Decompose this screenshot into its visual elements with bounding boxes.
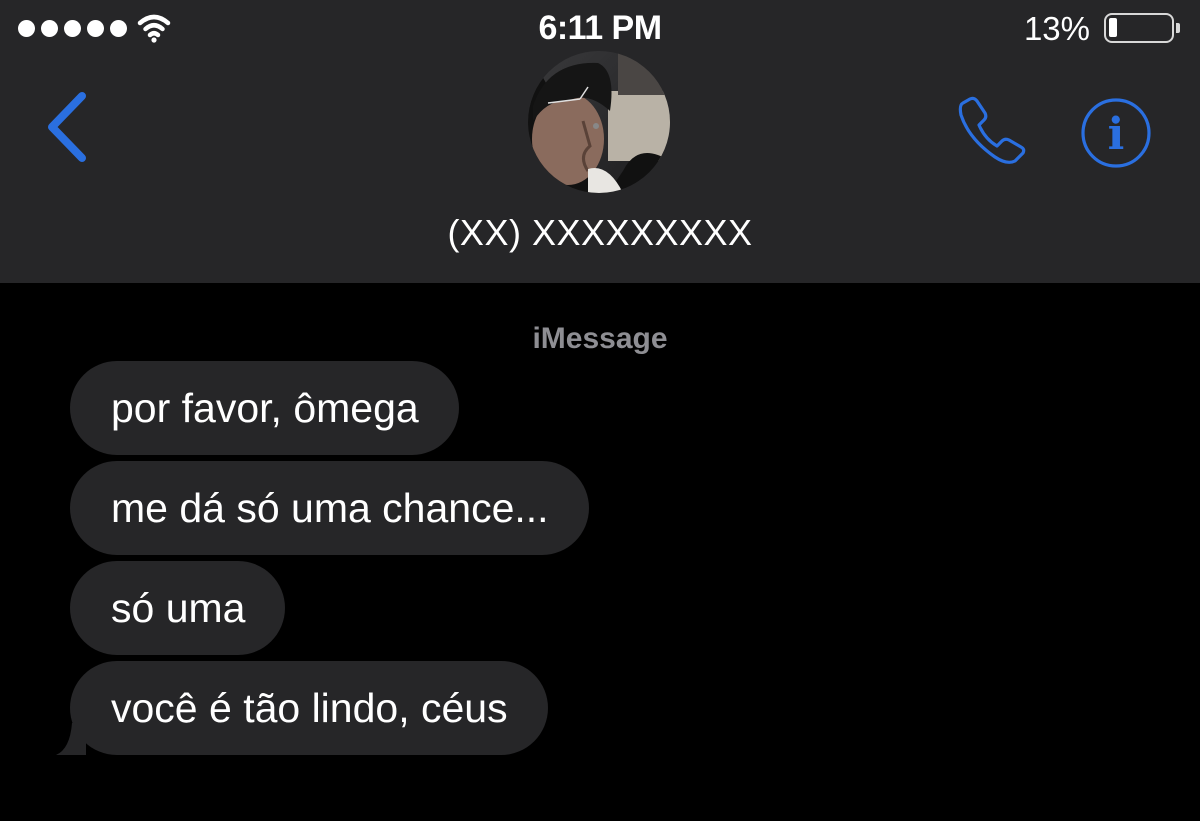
message-row: só uma: [70, 561, 589, 661]
battery-icon: [1104, 13, 1180, 43]
service-label: iMessage: [532, 322, 668, 355]
message-row: me dá só uma chance...: [70, 461, 589, 561]
clock-time: 6:11 PM: [538, 9, 662, 47]
incoming-message-bubble[interactable]: por favor, ômega: [70, 361, 459, 455]
contact-name[interactable]: (XX) XXXXXXXXX: [0, 212, 1200, 254]
message-row: por favor, ômega: [70, 361, 589, 461]
back-chevron-icon[interactable]: [40, 88, 92, 166]
message-row: você é tão lindo, céus: [56, 661, 589, 761]
contact-avatar[interactable]: [528, 51, 670, 193]
message-list: por favor, ômega me dá só uma chance... …: [56, 361, 589, 761]
battery-level-fill: [1109, 18, 1117, 37]
info-icon[interactable]: i: [1080, 97, 1152, 169]
bubble-tail: [56, 723, 86, 755]
status-bar: 6:11 PM 13%: [0, 0, 1200, 56]
battery-percentage: 13%: [1023, 10, 1090, 47]
conversation-header: 6:11 PM 13% (XX) XXXXXXXXX i: [0, 0, 1200, 283]
battery-terminal: [1176, 23, 1180, 33]
message-text: você é tão lindo, céus: [111, 685, 508, 731]
incoming-message-bubble[interactable]: só uma: [70, 561, 286, 655]
svg-text:i: i: [1108, 109, 1125, 160]
incoming-message-bubble[interactable]: me dá só uma chance...: [70, 461, 589, 555]
phone-icon[interactable]: [955, 95, 1029, 167]
avatar-photo: [528, 51, 670, 193]
incoming-message-bubble-last[interactable]: você é tão lindo, céus: [56, 661, 548, 755]
